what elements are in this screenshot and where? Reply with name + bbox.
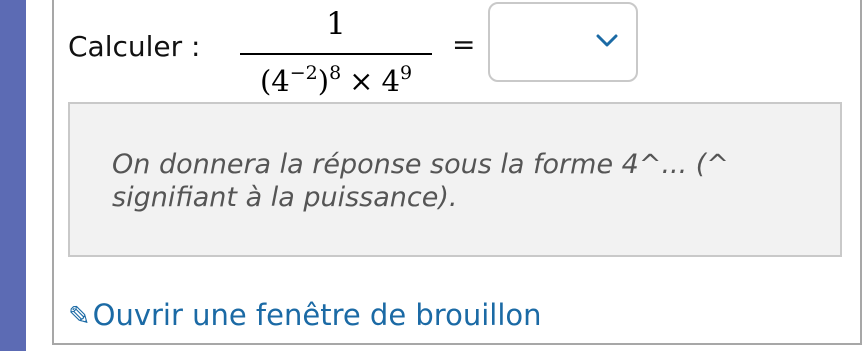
left-accent-bar — [0, 0, 26, 351]
denominator-operator: × — [349, 64, 374, 98]
pencil-icon: ✎ — [68, 301, 91, 332]
question-prompt-label: Calculer : — [68, 30, 201, 63]
hint-box: On donnera la réponse sous la forme 4^..… — [68, 102, 842, 257]
hint-text: On donnera la réponse sous la forme 4^..… — [112, 149, 729, 213]
denominator-term1-base: (4 — [259, 64, 290, 98]
fraction-numerator: 1 — [326, 6, 346, 42]
denominator-term2-base: 4 — [381, 64, 400, 98]
denominator-term1-close: ) — [317, 64, 330, 98]
fraction-expression: 1 (4−2)8 × 49 — [238, 6, 434, 106]
exercise-page: Calculer : 1 (4−2)8 × 49 = On donnera la r… — [0, 0, 867, 351]
denominator-term1-outer-exponent: 8 — [329, 62, 342, 84]
chevron-down-icon — [596, 34, 618, 47]
fraction-denominator: (4−2)8 × 49 — [238, 62, 434, 99]
denominator-term1-exponent: −2 — [289, 62, 318, 84]
fraction-bar — [240, 53, 432, 55]
denominator-term2-exponent: 9 — [399, 62, 413, 84]
open-draft-window-link[interactable]: ✎Ouvrir une fenêtre de brouillon — [68, 298, 542, 332]
answer-dropdown[interactable] — [488, 2, 638, 82]
draft-link-label: Ouvrir une fenêtre de brouillon — [92, 298, 542, 332]
equals-sign: = — [452, 28, 476, 61]
